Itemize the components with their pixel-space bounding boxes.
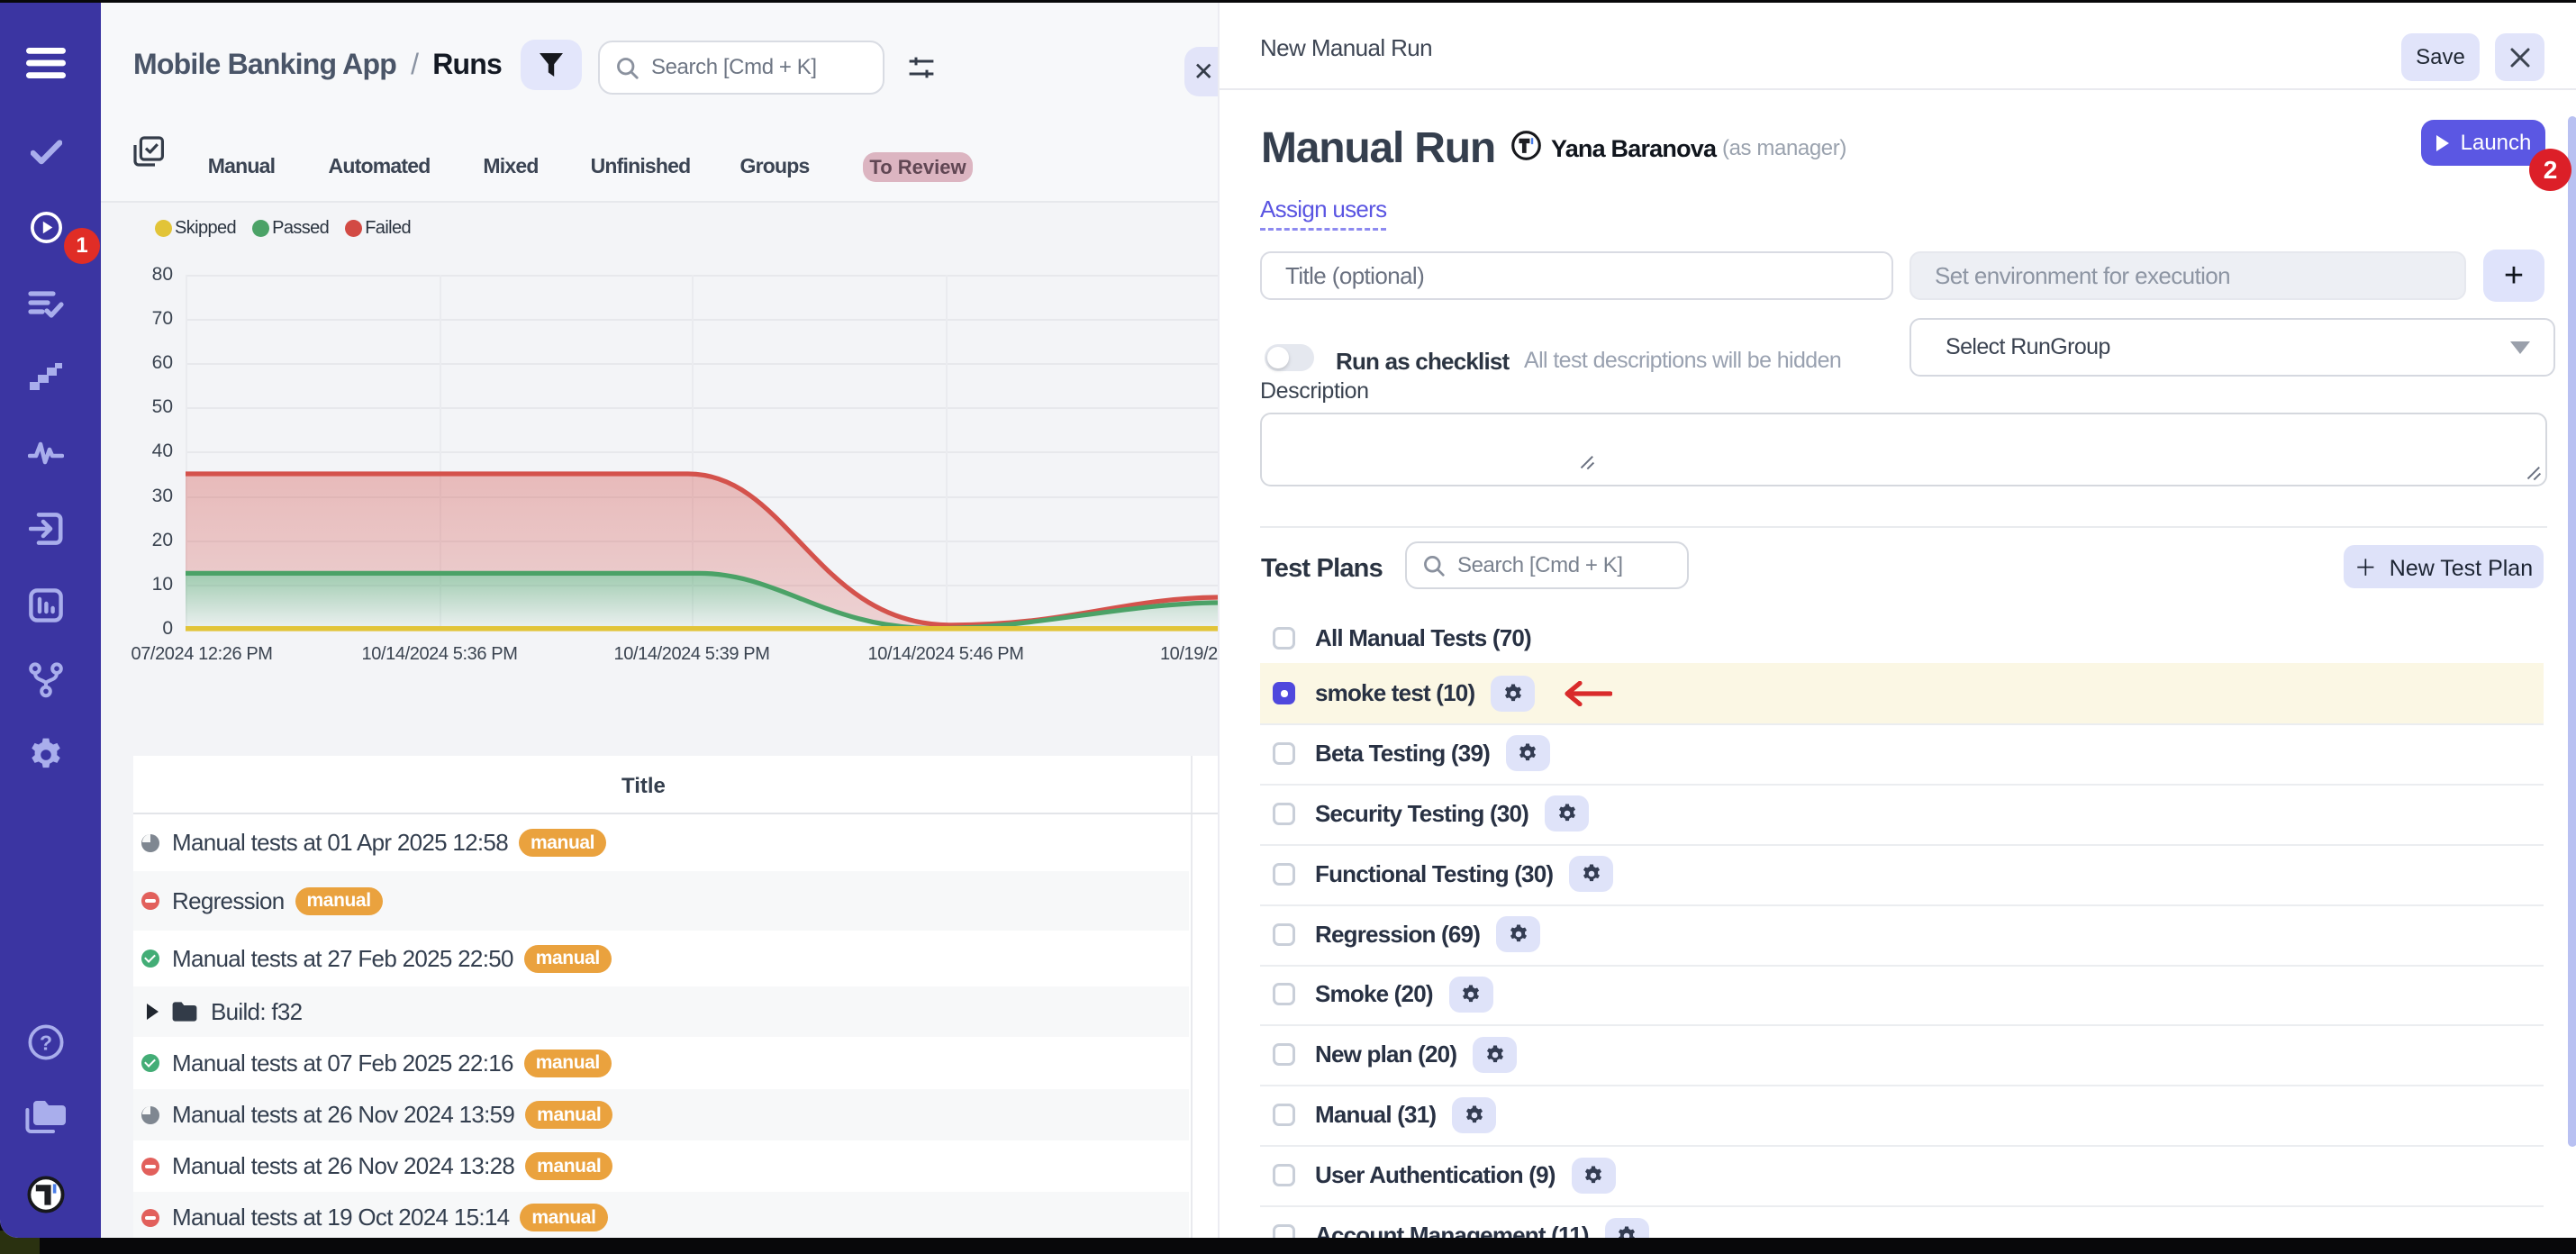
svg-text:?: ?	[40, 1031, 52, 1054]
